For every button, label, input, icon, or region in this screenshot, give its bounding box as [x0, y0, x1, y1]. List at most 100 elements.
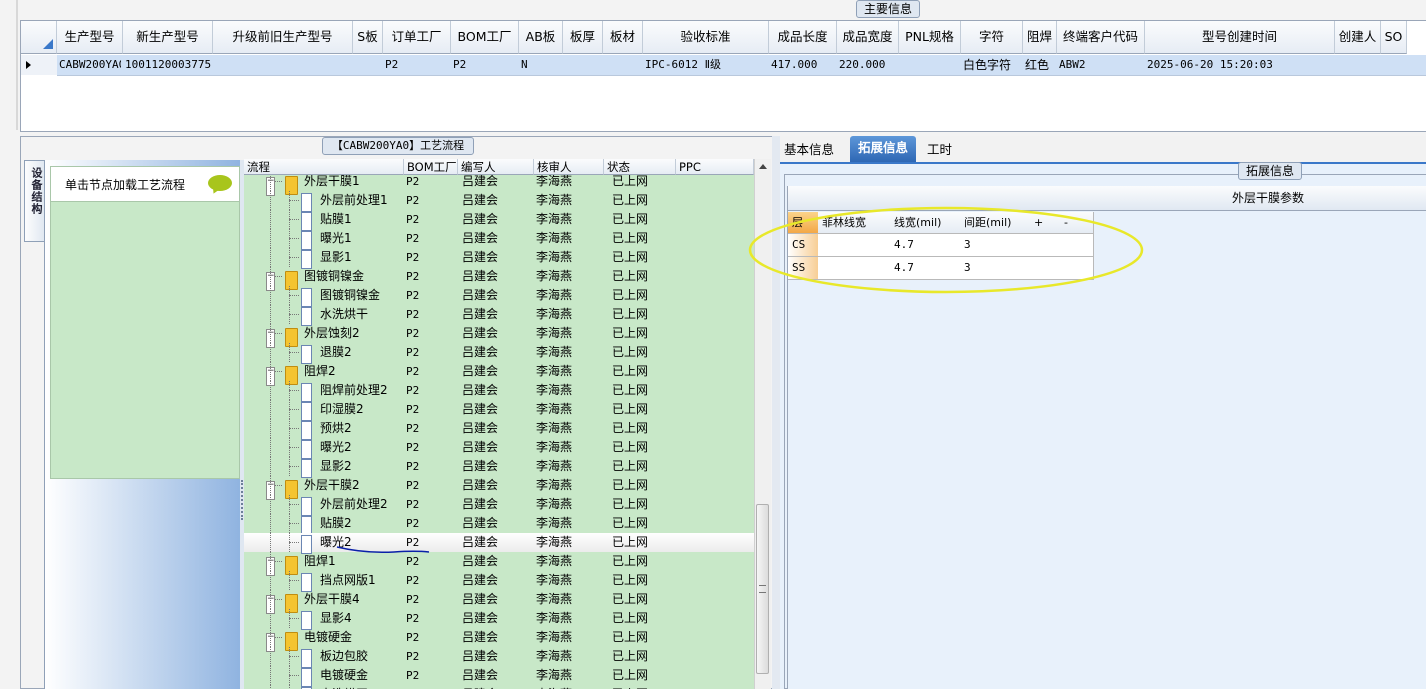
tree-cell-bom: P2 — [406, 593, 420, 606]
tree-cell-writer: 吕建会 — [462, 611, 499, 625]
tree-row[interactable]: − 图镀铜镍金 P2 吕建会 李海燕 已上网 — [244, 267, 754, 291]
col-header-5[interactable]: BOM工厂 — [451, 21, 519, 54]
tree-cell-writer: 吕建会 — [462, 231, 499, 245]
tree-cell-reviewer: 李海燕 — [536, 175, 573, 188]
tree-trunk — [270, 248, 271, 267]
tree-col-header-4[interactable]: 状态 — [604, 159, 676, 175]
scroll-grip-icon — [759, 585, 766, 593]
tree-row[interactable]: 水洗烘干 P2 吕建会 李海燕 已上网 — [244, 685, 754, 689]
col-header-8[interactable]: 板材 — [603, 21, 643, 54]
tree-row[interactable]: 图镀铜镍金 P2 吕建会 李海燕 已上网 — [244, 286, 754, 307]
tree-row[interactable]: 贴膜2 P2 吕建会 李海燕 已上网 — [244, 514, 754, 535]
col-header-6[interactable]: AB板 — [519, 21, 563, 54]
col-header-1[interactable]: 新生产型号 — [123, 21, 213, 54]
tree-row[interactable]: − 外层干膜1 P2 吕建会 李海燕 已上网 — [244, 175, 754, 196]
tree-trunk — [270, 210, 271, 229]
tree-cell-writer: 吕建会 — [462, 592, 499, 606]
tree-row[interactable]: 水洗烘干 P2 吕建会 李海燕 已上网 — [244, 305, 754, 326]
tree-cell-writer: 吕建会 — [462, 440, 499, 454]
col-header-9[interactable]: 验收标准 — [643, 21, 769, 54]
tree-row[interactable]: − 电镀硬金 P2 吕建会 李海燕 已上网 — [244, 628, 754, 652]
col-header-0[interactable]: 生产型号 — [57, 21, 123, 54]
tree-col-header-0[interactable]: 流程 — [244, 159, 404, 175]
cell-12 — [901, 55, 959, 75]
tree-row[interactable]: 显影4 P2 吕建会 李海燕 已上网 — [244, 609, 754, 630]
tree-row[interactable]: 退膜2 P2 吕建会 李海燕 已上网 — [244, 343, 754, 364]
tree-row[interactable]: 预烘2 P2 吕建会 李海燕 已上网 — [244, 419, 754, 440]
col-header-10[interactable]: 成品长度 — [769, 21, 837, 54]
col-header-7[interactable]: 板厚 — [563, 21, 603, 54]
cell-0: CABW200YA0 — [59, 58, 121, 71]
hint-card[interactable]: 单击节点加载工艺流程 — [50, 166, 240, 479]
tree-cell-status: 已上网 — [612, 611, 649, 625]
tree-row[interactable]: − 阻焊2 P2 吕建会 李海燕 已上网 — [244, 362, 754, 386]
tree-row[interactable]: 板边包胶 P2 吕建会 李海燕 已上网 — [244, 647, 754, 668]
col-header-15[interactable]: 终端客户代码 — [1057, 21, 1145, 54]
tab-basic-info[interactable]: 基本信息 — [784, 140, 834, 160]
cell-6: N — [521, 58, 528, 71]
tree-cell-status: 已上网 — [612, 668, 649, 682]
side-tab-device-structure[interactable]: 设备结构 — [24, 160, 45, 242]
tree-cell-bom: P2 — [406, 403, 420, 416]
cell-7 — [565, 55, 601, 75]
tab-work-hours[interactable]: 工时 — [927, 140, 952, 160]
process-tree[interactable]: 流程 BOM工厂 编写人 核审人 状态 PPC − 外层干膜1 P2 吕建会 李海燕 已上网 外层前处… — [244, 159, 754, 689]
tree-col-header-1[interactable]: BOM工厂 — [404, 159, 458, 175]
tree-row[interactable]: 显影1 P2 吕建会 李海燕 已上网 — [244, 248, 754, 269]
tree-trunk — [270, 343, 271, 362]
tree-row[interactable]: − 阻焊1 P2 吕建会 李海燕 已上网 — [244, 552, 754, 576]
tree-node-label: 水洗烘干 — [320, 307, 369, 321]
col-header-14[interactable]: 阻焊 — [1023, 21, 1057, 54]
tree-cell-writer: 吕建会 — [462, 326, 499, 340]
col-header-11[interactable]: 成品宽度 — [837, 21, 899, 54]
col-header-3[interactable]: S板 — [353, 21, 383, 54]
tree-row[interactable]: 显影2 P2 吕建会 李海燕 已上网 — [244, 457, 754, 478]
tree-node-label: 贴膜1 — [320, 212, 352, 226]
tree-row[interactable]: 曝光1 P2 吕建会 李海燕 已上网 — [244, 229, 754, 250]
col-header-18[interactable]: SO — [1381, 21, 1407, 54]
tree-cell-writer: 吕建会 — [462, 497, 499, 511]
main-info-grid[interactable]: 生产型号 新生产型号 升级前旧生产型号 S板 订单工厂 BOM工厂 AB板 板厚 板材 验收标准成… — [20, 20, 1426, 132]
tree-cell-bom: P2 — [406, 685, 419, 689]
tree-cell-status: 已上网 — [612, 685, 648, 689]
tree-cell-writer: 吕建会 — [462, 364, 499, 378]
tree-trunk — [270, 324, 271, 343]
col-header-4[interactable]: 订单工厂 — [383, 21, 451, 54]
tree-row[interactable]: − 外层干膜4 P2 吕建会 李海燕 已上网 — [244, 590, 754, 614]
tree-row[interactable]: 外层前处理2 P2 吕建会 李海燕 已上网 — [244, 495, 754, 516]
tree-row[interactable]: − 外层蚀刻2 P2 吕建会 李海燕 已上网 — [244, 324, 754, 348]
tree-cell-writer: 吕建会 — [462, 288, 499, 302]
cell-15: ABW2 — [1059, 58, 1086, 71]
tree-col-header-3[interactable]: 核审人 — [534, 159, 604, 175]
tree-cell-reviewer: 李海燕 — [536, 554, 573, 568]
col-header-12[interactable]: PNL规格 — [899, 21, 961, 54]
col-header-16[interactable]: 型号创建时间 — [1145, 21, 1335, 54]
tab-extended-info[interactable]: 拓展信息 — [850, 136, 916, 162]
scroll-up-icon[interactable] — [759, 164, 767, 169]
tree-cell-writer: 吕建会 — [462, 668, 499, 682]
tree-cell-writer: 吕建会 — [462, 459, 499, 473]
tree-col-header-2[interactable]: 编写人 — [458, 159, 534, 175]
tree-cell-reviewer: 李海燕 — [536, 231, 573, 245]
tree-row[interactable]: 阻焊前处理2 P2 吕建会 李海燕 已上网 — [244, 381, 754, 402]
col-header-17[interactable]: 创建人 — [1335, 21, 1381, 54]
tree-trunk — [270, 514, 271, 533]
tree-cell-bom: P2 — [406, 498, 420, 511]
tree-col-header-5[interactable]: PPC — [676, 159, 754, 175]
tree-node-label: 外层干膜2 — [304, 478, 360, 492]
tree-row[interactable]: 外层前处理1 P2 吕建会 李海燕 已上网 — [244, 191, 754, 212]
tree-row[interactable]: 曝光2 P2 吕建会 李海燕 已上网 — [244, 533, 754, 554]
col-header-13[interactable]: 字符 — [961, 21, 1023, 54]
cell-4: P2 — [385, 58, 399, 71]
tree-cell-bom: P2 — [406, 517, 420, 530]
tree-row[interactable]: 电镀硬金 P2 吕建会 李海燕 已上网 — [244, 666, 754, 687]
tree-row[interactable]: 挡点网版1 P2 吕建会 李海燕 已上网 — [244, 571, 754, 592]
cell-18 — [1383, 55, 1405, 75]
tree-row[interactable]: 印湿膜2 P2 吕建会 李海燕 已上网 — [244, 400, 754, 421]
tree-row[interactable]: − 外层干膜2 P2 吕建会 李海燕 已上网 — [244, 476, 754, 500]
tree-row[interactable]: 贴膜1 P2 吕建会 李海燕 已上网 — [244, 210, 754, 231]
tree-node-label: 显影4 — [320, 611, 352, 625]
tree-row[interactable]: 曝光2 P2 吕建会 李海燕 已上网 — [244, 438, 754, 459]
col-header-2[interactable]: 升级前旧生产型号 — [213, 21, 353, 54]
tree-cell-bom: P2 — [406, 175, 420, 188]
